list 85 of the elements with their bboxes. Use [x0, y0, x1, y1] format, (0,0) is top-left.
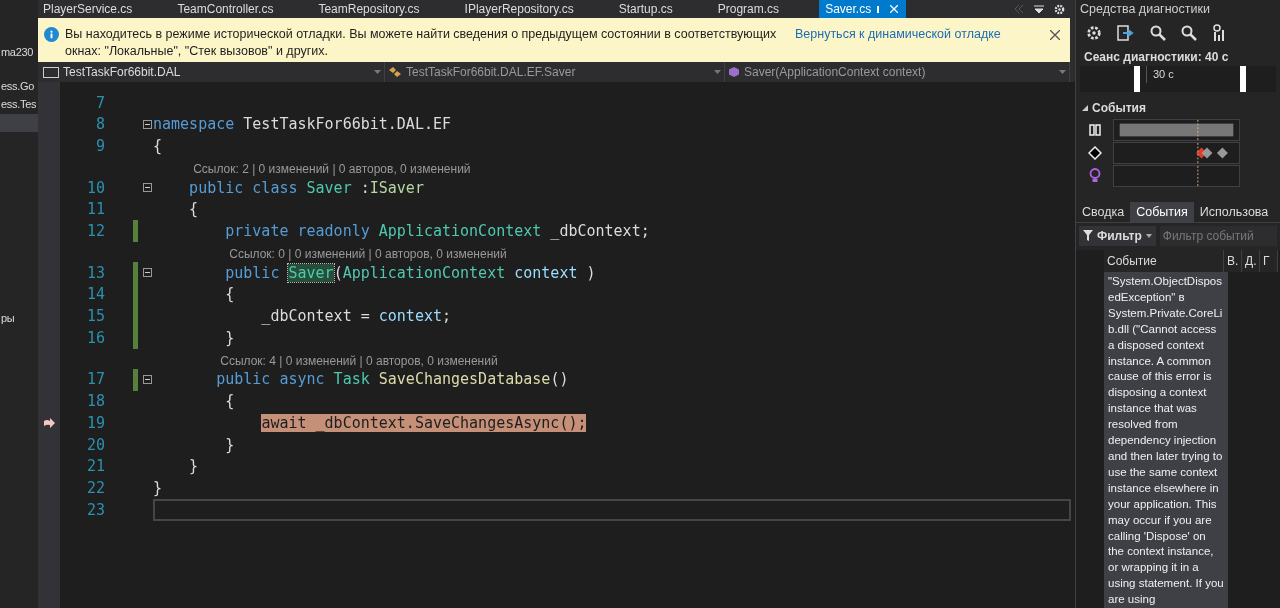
code-line: public Saver(ApplicationContext context ): [224, 262, 596, 284]
line-number: 19: [85, 412, 105, 434]
line-number: 22: [85, 477, 105, 499]
export-icon[interactable]: [1117, 25, 1135, 41]
caret-icon: [1145, 233, 1152, 238]
timeline-ruler: 30 с: [1080, 66, 1276, 92]
collapse-icon[interactable]: [143, 375, 152, 385]
code-line: {: [224, 284, 235, 306]
event-description[interactable]: "System.ObjectDisposedException" в System.Private.CoreLib.dll ("Cannot access a disposed context instance. A common cause of this error is disposing a context instance that was resolved from dependency injection and then later trying to use the same context instance elsewhere in your application. This may occur if you are calling 'Dispose' on the context instance, or wrapping it in a using statement. If you are using: [1104, 272, 1228, 608]
code-editor[interactable]: [38, 82, 1075, 608]
panel-tab[interactable]: События: [1130, 202, 1194, 222]
line-number: 20: [85, 434, 105, 456]
code-line: public class Saver :ISaver: [188, 177, 424, 199]
tab-list-icon[interactable]: [1034, 4, 1044, 14]
line-number: 14: [85, 284, 105, 306]
settings-icon[interactable]: [1054, 3, 1065, 15]
collapse-icon[interactable]: [143, 120, 152, 130]
line-number: 17: [85, 369, 105, 391]
panel-tab[interactable]: Сводка: [1076, 202, 1131, 222]
code-lens[interactable]: Ссылок: 4 | 0 изменений | 0 авторов, 0 изменений: [220, 352, 498, 369]
tree-item[interactable]: ры: [0, 310, 38, 328]
return-link[interactable]: Вернуться к динамической отладке: [795, 26, 1001, 43]
column-header[interactable]: Д.: [1242, 250, 1260, 272]
line-number: 16: [85, 327, 105, 349]
code-line: namespace TestTaskFor66bit.DAL.EF: [153, 114, 452, 136]
line-number: 9: [94, 135, 105, 157]
line-number: 11: [85, 199, 105, 221]
diamond-icon: [1087, 145, 1102, 160]
filter-button[interactable]: Фильтр: [1079, 225, 1156, 246]
file-tab[interactable]: Startup.cs: [613, 0, 713, 18]
line-number: 18: [85, 391, 105, 413]
panel-tab[interactable]: Использова: [1193, 202, 1275, 222]
class-icon: [388, 66, 402, 78]
file-tab[interactable]: Program.cs: [712, 0, 820, 18]
code-line: {: [188, 199, 199, 221]
file-tab[interactable]: TeamController.cs: [172, 0, 314, 18]
caret-icon: [1059, 70, 1066, 74]
csharp-project-icon: [43, 66, 59, 78]
line-number: 23: [85, 499, 105, 521]
tree-item[interactable]: ess.Tes: [0, 96, 38, 114]
code-lens[interactable]: Ссылок: 2 | 0 изменений | 0 авторов, 0 изменений: [193, 161, 471, 178]
column-header[interactable]: Г: [1260, 250, 1278, 272]
line-number: 8: [94, 114, 105, 136]
caret-icon: [374, 70, 381, 74]
collapse-icon[interactable]: [143, 268, 152, 278]
code-line: }: [153, 477, 163, 499]
filter-icon: [1083, 230, 1093, 241]
close-icon[interactable]: [1050, 30, 1060, 40]
collapse-icon[interactable]: [143, 183, 152, 193]
file-tab[interactable]: IPlayerRepository.cs: [459, 0, 614, 18]
code-line: _dbContext = context;: [260, 306, 452, 328]
settings-icon[interactable]: [1086, 25, 1102, 41]
cube-icon: [728, 66, 740, 78]
line-number: 7: [94, 92, 105, 114]
code-line: }: [188, 456, 199, 478]
pause-icon: [1088, 123, 1101, 136]
tree-item[interactable]: ess.Go: [0, 78, 38, 96]
zoom-in-icon[interactable]: [1150, 25, 1166, 41]
filter-field[interactable]: Фильтр событий: [1159, 225, 1277, 246]
code-lens[interactable]: Ссылок: 0 | 0 изменений | 0 авторов, 0 изменений: [229, 246, 507, 263]
code-line: }: [224, 327, 235, 349]
zoom-out-icon[interactable]: [1181, 25, 1197, 41]
section-header[interactable]: События: [1076, 100, 1280, 116]
lightbulb-icon: [1088, 168, 1101, 183]
code-line: {: [153, 135, 163, 157]
panel-title: Средства диагностики: [1080, 0, 1210, 18]
file-tab[interactable]: Saver.cs: [819, 0, 907, 18]
line-number: 15: [85, 306, 105, 328]
info-icon: [44, 27, 59, 42]
column-header[interactable]: В.: [1224, 250, 1242, 272]
file-tab[interactable]: TeamRepository.cs: [313, 0, 460, 18]
info-message: Вы находитесь в режиме исторической отладки. Вы можете найти сведения о предыдущем состоянии в соответствующих окнах: "Локальные", "Стек вызовов" и других.: [65, 26, 778, 60]
tree-item[interactable]: ma230: [0, 44, 38, 62]
code-line: private readonly ApplicationContext _dbContext;: [224, 221, 650, 243]
caret-icon: [714, 70, 721, 74]
session-duration: Сеанс диагностики: 40 с: [1083, 49, 1230, 66]
line-number: 13: [85, 262, 105, 284]
code-line: }: [224, 434, 235, 456]
code-line: {: [224, 391, 235, 413]
line-number: 21: [85, 456, 105, 478]
file-tab[interactable]: PlayerService.cs: [38, 0, 173, 18]
column-header[interactable]: Событие: [1104, 250, 1224, 272]
line-number: 10: [85, 177, 105, 199]
code-line: public async Task SaveChangesDatabase(): [215, 369, 569, 391]
line-number: 12: [85, 221, 105, 243]
